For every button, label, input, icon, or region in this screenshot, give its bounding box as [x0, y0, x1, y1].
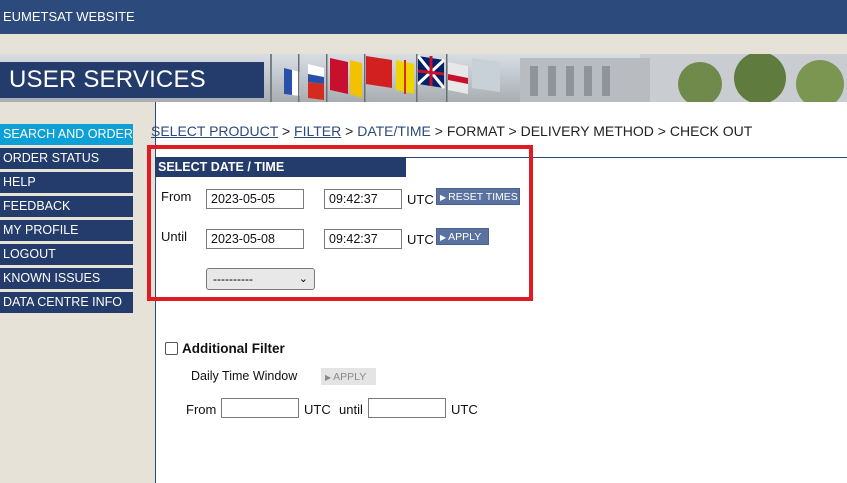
apply-date-label: APPLY — [448, 231, 482, 243]
preset-select-value: ---------- — [213, 272, 253, 286]
breadcrumb-separator: > — [281, 123, 291, 139]
from-label: From — [161, 189, 192, 204]
top-bar: EUMETSAT WEBSITE — [0, 0, 847, 34]
breadcrumb-filter[interactable]: FILTER — [294, 123, 341, 139]
sidebar-item-logout[interactable]: LOGOUT — [0, 244, 133, 265]
additional-filter-label: Additional Filter — [182, 341, 285, 356]
triangle-right-icon: ▶ — [325, 373, 332, 382]
sidebar-item-search-and-order[interactable]: SEARCH AND ORDER — [0, 124, 133, 145]
from-utc-label: UTC — [407, 192, 434, 207]
window-until-input[interactable] — [368, 398, 446, 418]
breadcrumb-date-time: DATE/TIME — [357, 123, 431, 139]
until-label: Until — [161, 229, 188, 244]
breadcrumb-check-out: CHECK OUT — [669, 123, 753, 139]
sidebar-item-data-centre-info[interactable]: DATA CENTRE INFO — [0, 292, 133, 313]
breadcrumb-separator: > — [657, 123, 666, 139]
breadcrumb-format: FORMAT — [446, 123, 505, 139]
header-spacer — [0, 34, 847, 54]
triangle-right-icon: ▶ — [440, 233, 447, 242]
sidebar-item-known-issues[interactable]: KNOWN ISSUES — [0, 268, 133, 289]
breadcrumb: SELECT PRODUCT > FILTER > DATE/TIME > FO… — [151, 123, 752, 139]
until-utc-label: UTC — [407, 232, 434, 247]
from-time-input[interactable] — [324, 189, 402, 209]
window-until-label: until — [339, 402, 363, 417]
apply-filter-label: APPLY — [333, 371, 367, 383]
window-from-input[interactable] — [221, 398, 299, 418]
sidebar-item-help[interactable]: HELP — [0, 172, 133, 193]
sidebar-item-my-profile[interactable]: MY PROFILE — [0, 220, 133, 241]
banner: USER SERVICES CLIENT — [0, 54, 847, 102]
sidebar-item-order-status[interactable]: ORDER STATUS — [0, 148, 133, 169]
breadcrumb-select-product[interactable]: SELECT PRODUCT — [151, 123, 278, 139]
sidebar: SEARCH AND ORDER ORDER STATUS HELP FEEDB… — [0, 102, 156, 483]
app-title: USER SERVICES CLIENT — [0, 62, 264, 98]
apply-date-button[interactable]: ▶ APPLY — [436, 228, 489, 245]
preset-select[interactable]: ---------- ⌄ — [206, 268, 315, 290]
chevron-down-icon: ⌄ — [298, 273, 308, 285]
window-from-label: From — [186, 402, 217, 417]
sidebar-item-feedback[interactable]: FEEDBACK — [0, 196, 133, 217]
window-until-utc-label: UTC — [451, 402, 478, 417]
eumetsat-website-link[interactable]: EUMETSAT WEBSITE — [3, 9, 135, 24]
daily-time-window-label: Daily Time Window — [191, 369, 298, 383]
breadcrumb-delivery-method: DELIVERY METHOD — [520, 123, 654, 139]
additional-filter-checkbox[interactable] — [165, 342, 178, 355]
apply-filter-button[interactable]: ▶ APPLY — [321, 368, 376, 385]
reset-times-label: RESET TIMES — [448, 191, 518, 203]
reset-times-button[interactable]: ▶ RESET TIMES — [436, 188, 520, 205]
breadcrumb-separator: > — [508, 123, 517, 139]
triangle-right-icon: ▶ — [440, 193, 447, 202]
window-from-utc-label: UTC — [304, 402, 331, 417]
until-time-input[interactable] — [324, 229, 402, 249]
from-date-input[interactable] — [206, 189, 304, 209]
section-heading-date-time: SELECT DATE / TIME — [155, 157, 406, 177]
until-date-input[interactable] — [206, 229, 304, 249]
breadcrumb-separator: > — [434, 123, 443, 139]
breadcrumb-separator: > — [345, 123, 354, 139]
